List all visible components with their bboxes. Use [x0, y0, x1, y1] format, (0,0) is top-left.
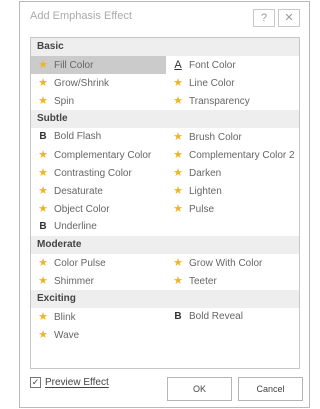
- group-header-exciting: Exciting: [31, 290, 299, 308]
- effect-label: Brush Color: [189, 132, 242, 143]
- effect-item[interactable]: ★ Desaturate: [31, 182, 166, 200]
- effect-item[interactable]: ★ Transparency: [166, 92, 299, 110]
- effect-item[interactable]: ★ Blink: [31, 308, 166, 326]
- effect-item[interactable]: ★ Shimmer: [31, 272, 166, 290]
- cancel-button[interactable]: Cancel: [238, 377, 303, 401]
- star-icon: ★: [173, 131, 183, 143]
- dialog-footer: ✓ Preview Effect OK Cancel: [20, 369, 309, 407]
- effect-item[interactable]: B Bold Reveal: [166, 308, 299, 326]
- group-items-moderate: ★ Color Pulse ★ Grow With Color ★ Shimmer ★ Tee…: [31, 254, 299, 290]
- effect-item[interactable]: ★ Fill Color: [31, 56, 166, 74]
- group-header-moderate: Moderate: [31, 236, 299, 254]
- group-items-exciting: ★ Blink B Bold Reveal ★ Wave: [31, 308, 299, 344]
- effect-item[interactable]: ★ Wave: [31, 326, 166, 344]
- effect-item[interactable]: ★ Grow/Shrink: [31, 74, 166, 92]
- star-icon: ★: [38, 257, 48, 269]
- star-icon: ★: [38, 95, 48, 107]
- checkbox-check-icon[interactable]: ✓: [30, 377, 41, 388]
- effect-label: Font Color: [189, 60, 236, 71]
- effect-label: Contrasting Color: [54, 168, 132, 179]
- bold-icon: B: [174, 311, 182, 322]
- help-button[interactable]: ?: [253, 9, 275, 27]
- effect-label: Darken: [189, 168, 222, 179]
- effect-label: Pulse: [189, 204, 215, 215]
- effect-label: Fill Color: [54, 60, 94, 71]
- effect-label: Grow With Color: [189, 258, 263, 269]
- effect-list[interactable]: Basic ★ Fill Color A Font Color ★ Grow/Shrink ★…: [30, 37, 300, 369]
- effect-item[interactable]: ★ Grow With Color: [166, 254, 299, 272]
- effect-label: Desaturate: [54, 186, 103, 197]
- effect-label: Transparency: [189, 96, 250, 107]
- group-header-subtle: Subtle: [31, 110, 299, 128]
- effect-label: Color Pulse: [54, 258, 106, 269]
- effect-label: Line Color: [189, 78, 235, 89]
- title-bar: Add Emphasis Effect ? ✕: [20, 2, 309, 34]
- effect-item[interactable]: ★ Darken: [166, 164, 299, 182]
- effect-item[interactable]: ★ Teeter: [166, 272, 299, 290]
- star-icon: ★: [173, 185, 183, 197]
- font-color-icon: A: [174, 59, 182, 71]
- effect-item[interactable]: ★ Pulse: [166, 200, 299, 218]
- effect-item[interactable]: ★ Complementary Color: [31, 146, 166, 164]
- add-emphasis-effect-dialog: Add Emphasis Effect ? ✕ Basic ★ Fill Color…: [19, 1, 310, 408]
- effect-label: Complementary Color: [54, 150, 152, 161]
- effect-label: Wave: [54, 330, 80, 341]
- help-icon: ?: [260, 12, 268, 24]
- star-icon: ★: [38, 167, 48, 179]
- effect-item[interactable]: ★ Contrasting Color: [31, 164, 166, 182]
- effect-item[interactable]: ★ Lighten: [166, 182, 299, 200]
- effect-item[interactable]: B Bold Flash: [31, 128, 166, 146]
- effect-item[interactable]: B Underline: [31, 218, 166, 236]
- effect-item[interactable]: ★ Object Color: [31, 200, 166, 218]
- star-icon: ★: [38, 59, 48, 71]
- bold-icon: B: [39, 221, 47, 232]
- close-icon: ✕: [284, 12, 294, 24]
- star-icon: ★: [38, 329, 48, 341]
- effect-label: Bold Reveal: [189, 311, 243, 322]
- effect-label: Blink: [54, 312, 76, 323]
- effect-label: Underline: [54, 221, 97, 232]
- star-icon: ★: [173, 77, 183, 89]
- effect-label: Complementary Color 2: [189, 150, 295, 161]
- star-icon: ★: [173, 167, 183, 179]
- star-icon: ★: [173, 203, 183, 215]
- group-items-subtle: B Bold Flash ★ Brush Color ★ Complementary Co…: [31, 128, 299, 236]
- star-icon: ★: [38, 203, 48, 215]
- star-icon: ★: [38, 149, 48, 161]
- effect-item[interactable]: ★ Color Pulse: [31, 254, 166, 272]
- effect-label: Spin: [54, 96, 75, 107]
- bold-icon: B: [39, 131, 47, 142]
- effect-item[interactable]: ★ Line Color: [166, 74, 299, 92]
- star-icon: ★: [173, 257, 183, 269]
- star-icon: ★: [38, 275, 48, 287]
- effect-label: Object Color: [54, 204, 110, 215]
- star-icon: ★: [38, 77, 48, 89]
- star-icon: ★: [173, 275, 183, 287]
- effect-item[interactable]: ★ Spin: [31, 92, 166, 110]
- star-icon: ★: [38, 185, 48, 197]
- star-icon: ★: [38, 311, 48, 323]
- effect-item[interactable]: A Font Color: [166, 56, 299, 74]
- effect-item[interactable]: ★ Complementary Color 2: [166, 146, 299, 164]
- close-button[interactable]: ✕: [278, 9, 300, 27]
- dialog-title: Add Emphasis Effect: [30, 10, 132, 22]
- effect-item[interactable]: ★ Brush Color: [166, 128, 299, 146]
- preview-effect-checkbox[interactable]: ✓ Preview Effect: [30, 377, 109, 388]
- ok-button[interactable]: OK: [167, 377, 232, 401]
- effect-label: Bold Flash: [54, 131, 102, 142]
- effect-label: Teeter: [189, 276, 217, 287]
- effect-label: Grow/Shrink: [54, 78, 110, 89]
- preview-effect-label: Preview Effect: [45, 377, 109, 389]
- star-icon: ★: [173, 95, 183, 107]
- effect-label: Lighten: [189, 186, 222, 197]
- group-items-basic: ★ Fill Color A Font Color ★ Grow/Shrink ★ Line …: [31, 56, 299, 110]
- star-icon: ★: [173, 149, 183, 161]
- effect-label: Shimmer: [54, 276, 95, 287]
- group-header-basic: Basic: [31, 38, 299, 56]
